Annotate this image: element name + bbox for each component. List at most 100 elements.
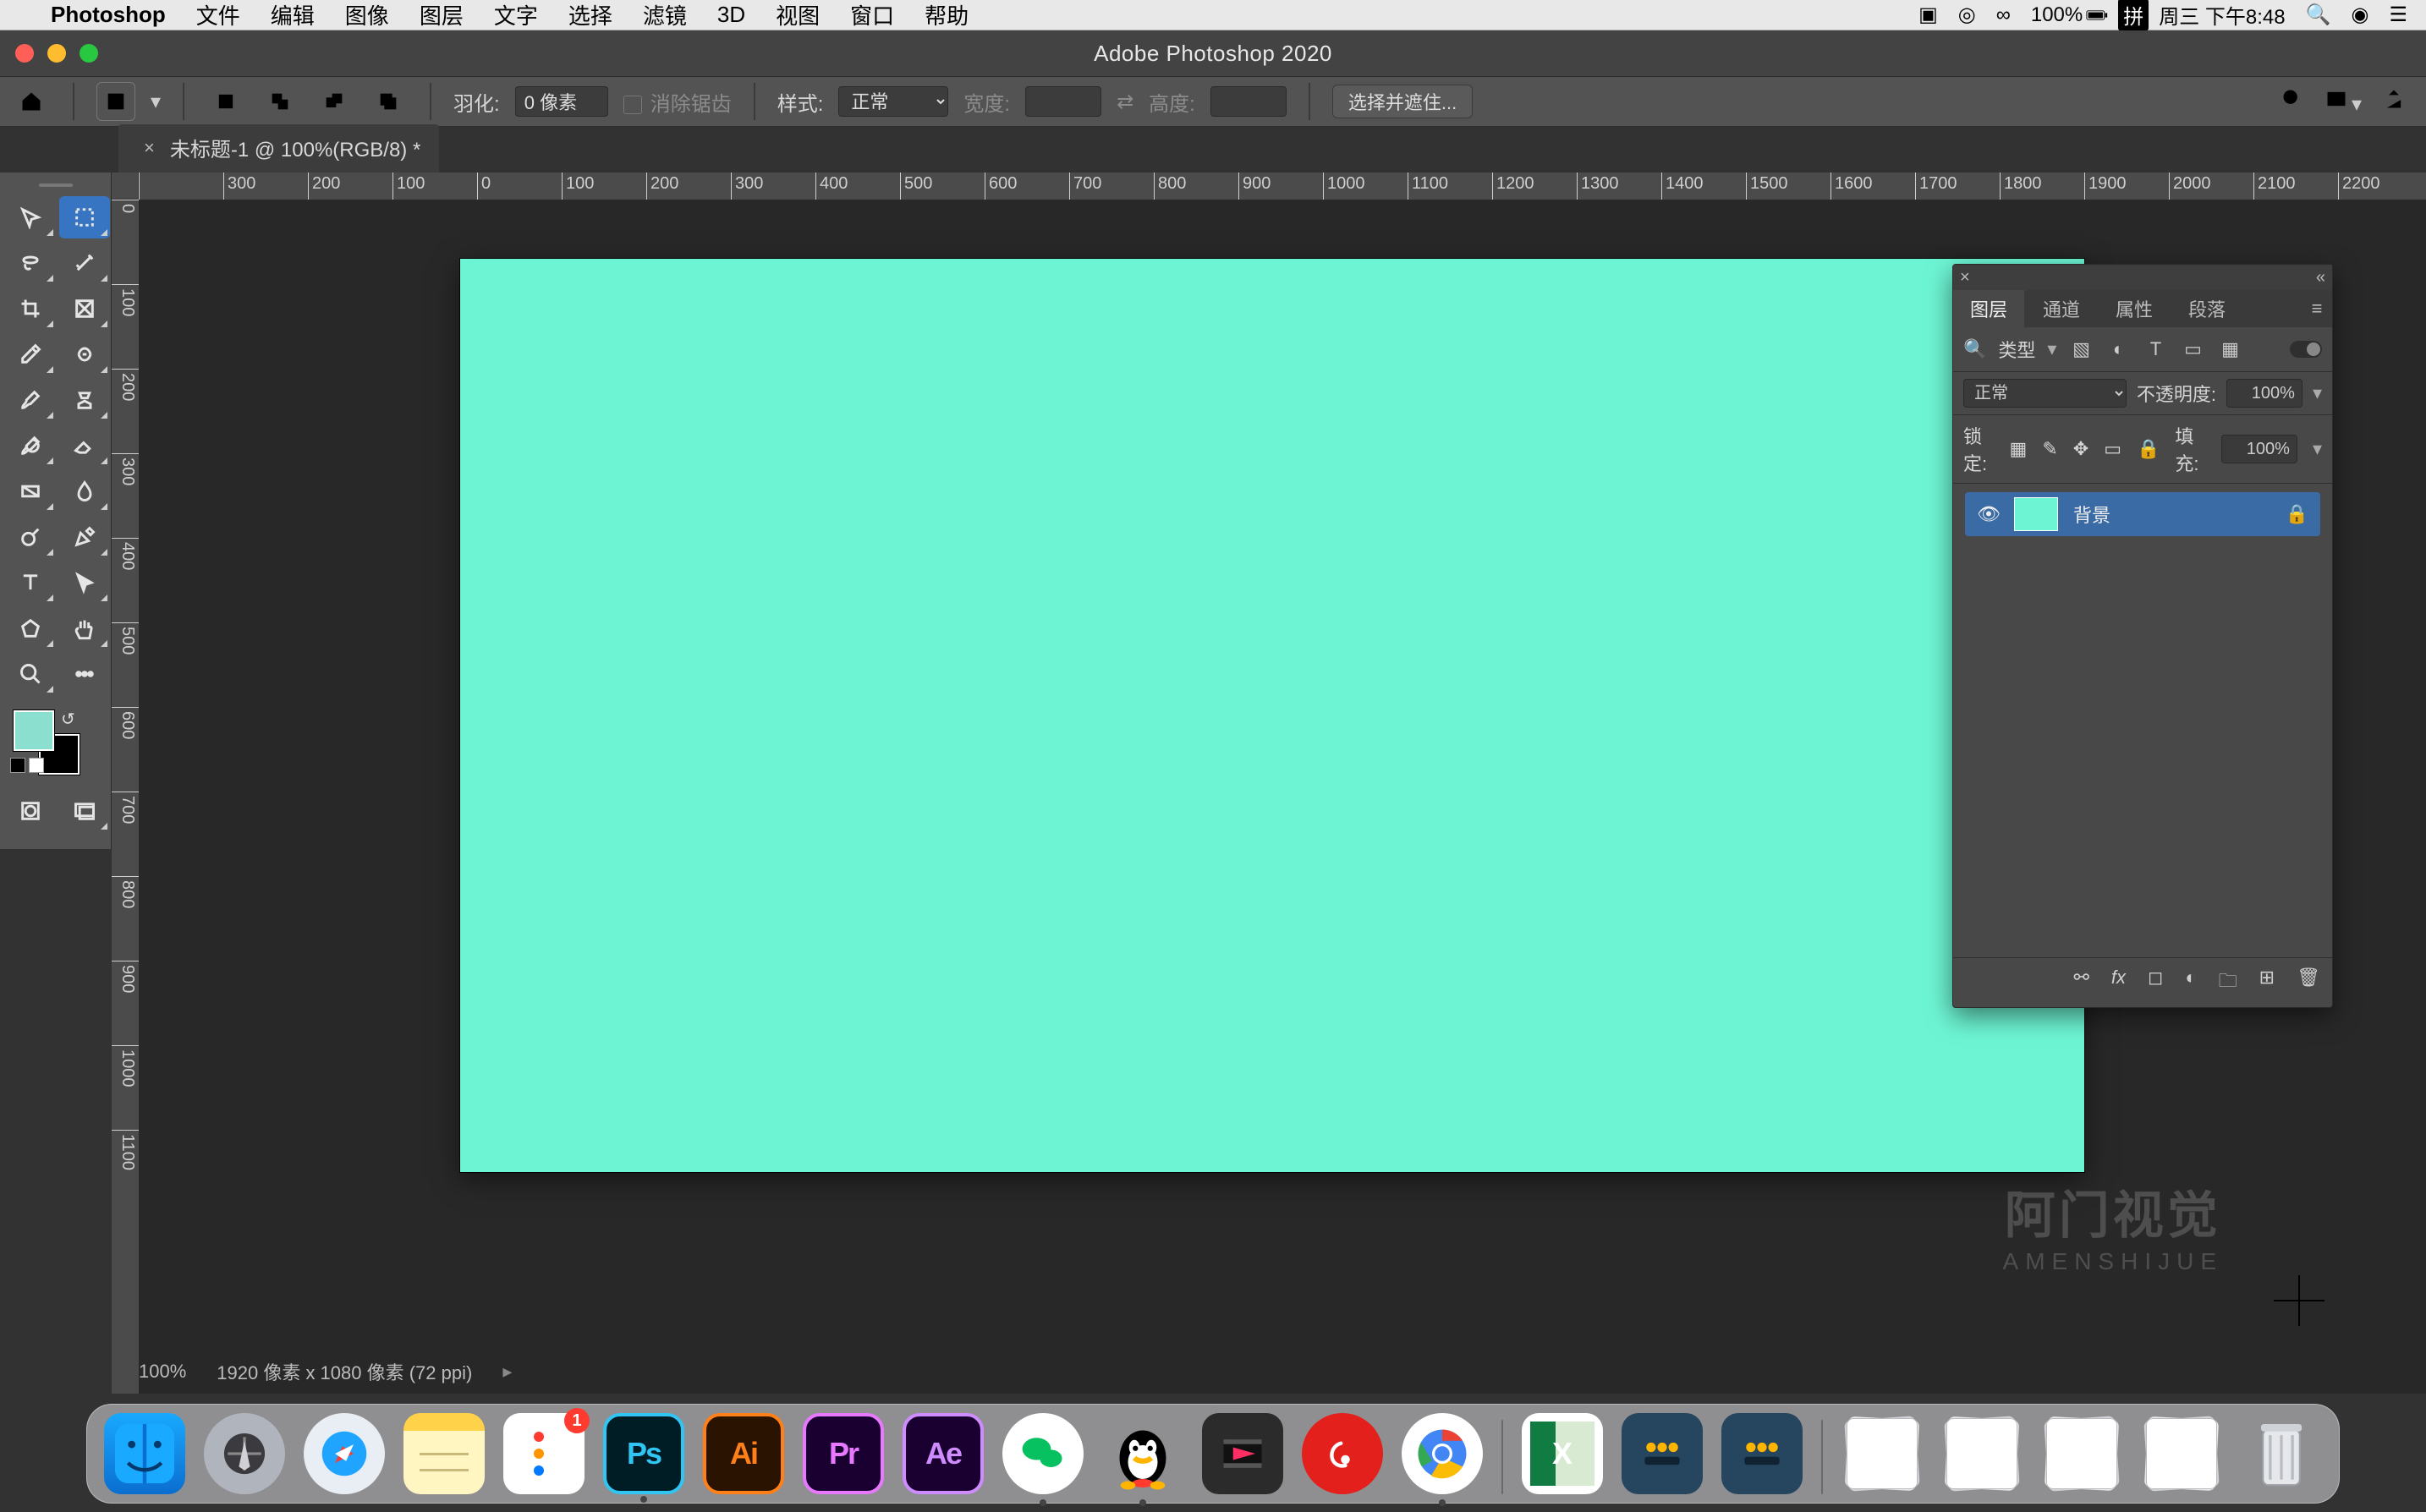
filter-shape-icon[interactable]: ▭ <box>2180 337 2205 362</box>
lock-all-icon[interactable]: 🔒 <box>2137 438 2160 460</box>
screen-mode-toggle[interactable] <box>59 790 110 832</box>
selection-new-icon[interactable] <box>206 82 245 121</box>
lock-artboard-icon[interactable]: ▭ <box>2104 438 2121 460</box>
more-tools[interactable] <box>59 653 110 695</box>
selection-subtract-icon[interactable] <box>315 82 354 121</box>
gradient-tool[interactable] <box>5 470 56 512</box>
tool-preset-chevron-icon[interactable]: ▾ <box>151 90 161 114</box>
menu-file[interactable]: 文件 <box>181 0 255 30</box>
opacity-chevron-icon[interactable]: ▾ <box>2313 382 2322 404</box>
vertical-ruler[interactable]: 010020030040050060070080090010001100 <box>112 200 139 1394</box>
add-mask-icon[interactable]: ◻ <box>2148 967 2163 999</box>
filter-toggle[interactable] <box>2290 341 2322 358</box>
filter-image-icon[interactable]: ▧ <box>2068 337 2094 362</box>
lasso-tool[interactable] <box>5 242 56 284</box>
dock-stack-2[interactable] <box>1941 1413 2023 1494</box>
layer-row[interactable]: 👁 背景 🔒 <box>1965 492 2320 536</box>
new-layer-icon[interactable]: ⊞ <box>2259 967 2275 999</box>
dock-stack-4[interactable] <box>2141 1413 2222 1494</box>
menu-window[interactable]: 窗口 <box>835 0 909 30</box>
dock-stack-3[interactable] <box>2041 1413 2122 1494</box>
lock-position-icon[interactable]: ✥ <box>2073 438 2088 460</box>
fx-icon[interactable]: fx <box>2111 967 2126 999</box>
move-tool[interactable] <box>5 196 56 238</box>
group-icon[interactable]: 🗀 <box>2219 967 2237 999</box>
layers-panel[interactable]: × « 图层 通道 属性 段落 ≡ 🔍 类型 ▾ ▧ ◐ T ▭ ▦ 正常 不透… <box>1952 264 2333 1008</box>
dock-stack-1[interactable] <box>1841 1413 1923 1494</box>
battery-status[interactable]: 100% <box>2021 3 2118 27</box>
creative-cloud-icon[interactable]: ◎ <box>1948 3 1986 27</box>
link-layers-icon[interactable]: ⚯ <box>2073 967 2088 999</box>
magic-wand-tool[interactable] <box>59 242 110 284</box>
dodge-tool[interactable] <box>5 516 56 558</box>
dock-premiere[interactable]: Pr <box>803 1413 884 1494</box>
pen-tool[interactable] <box>59 516 110 558</box>
brush-tool[interactable] <box>5 379 56 421</box>
select-and-mask-button[interactable]: 选择并遮住... <box>1332 85 1473 118</box>
filter-kind-chevron-icon[interactable]: ▾ <box>2047 338 2056 360</box>
dock-reminders[interactable]: 1 <box>503 1413 585 1494</box>
filter-adjust-icon[interactable]: ◐ <box>2105 337 2131 362</box>
blend-mode-select[interactable]: 正常 <box>1963 379 2127 408</box>
document-dims[interactable]: 1920 像素 x 1080 像素 (72 ppi) <box>217 1358 472 1385</box>
filter-type-icon[interactable]: T <box>2143 337 2168 362</box>
status-chevron-icon[interactable]: ▸ <box>502 1361 512 1383</box>
dock-aftereffects[interactable]: Ae <box>903 1413 984 1494</box>
swap-colors-icon[interactable]: ↺ <box>61 709 75 730</box>
dock-chrome[interactable] <box>1402 1413 1483 1494</box>
dock-recorder-a[interactable] <box>1622 1413 1703 1494</box>
canvas[interactable] <box>460 259 2084 1172</box>
tab-layers[interactable]: 图层 <box>1953 290 2024 327</box>
dock-excel[interactable]: X <box>1522 1413 1603 1494</box>
dock-illustrator[interactable]: Ai <box>703 1413 784 1494</box>
spot-heal-tool[interactable] <box>59 333 110 375</box>
opacity-input[interactable] <box>2226 379 2303 408</box>
eyedropper-tool[interactable] <box>5 333 56 375</box>
close-tab-icon[interactable]: × <box>144 137 155 159</box>
menu-layer[interactable]: 图层 <box>404 0 479 30</box>
panel-menu-icon[interactable]: ≡ <box>2302 290 2332 327</box>
blur-tool[interactable] <box>59 470 110 512</box>
siri-icon[interactable]: ◉ <box>2341 3 2379 27</box>
fill-input[interactable] <box>2221 435 2297 463</box>
clone-stamp-tool[interactable] <box>59 379 110 421</box>
date-time[interactable]: 周三 下午8:48 <box>2149 0 2295 30</box>
dock-photoshop[interactable]: Ps <box>603 1413 684 1494</box>
tab-channels[interactable]: 通道 <box>2026 290 2097 327</box>
lock-pixels-icon[interactable]: ▦ <box>2010 438 2028 460</box>
panel-collapse-icon[interactable]: « <box>2316 268 2325 288</box>
selection-intersect-icon[interactable] <box>369 82 408 121</box>
app-name[interactable]: Photoshop <box>36 2 181 28</box>
zoom-readout[interactable]: 100% <box>139 1361 186 1383</box>
workspace-switcher-icon[interactable]: ▾ <box>2324 87 2362 117</box>
layer-lock-icon[interactable]: 🔒 <box>2286 503 2308 525</box>
delete-layer-icon[interactable]: 🗑 <box>2297 967 2320 999</box>
panel-close-icon[interactable]: × <box>1960 268 1970 288</box>
tab-paragraph[interactable]: 段落 <box>2171 290 2242 327</box>
foreground-swatch[interactable] <box>14 710 54 751</box>
lock-brush-icon[interactable]: ✎ <box>2042 438 2057 460</box>
adjustment-layer-icon[interactable]: ◐ <box>2185 967 2196 999</box>
menu-view[interactable]: 视图 <box>760 0 835 30</box>
style-select[interactable]: 正常 <box>838 86 948 117</box>
ruler-origin[interactable] <box>112 173 139 200</box>
filter-search-icon[interactable]: 🔍 <box>1963 338 1986 360</box>
dock-netease-music[interactable] <box>1302 1413 1383 1494</box>
menu-help[interactable]: 帮助 <box>909 0 984 30</box>
layer-thumbnail[interactable] <box>2014 497 2058 531</box>
dock-notes[interactable] <box>403 1413 485 1494</box>
link-icon[interactable]: ∞ <box>1986 3 2021 27</box>
crop-tool[interactable] <box>5 288 56 330</box>
menu-image[interactable]: 图像 <box>330 0 404 30</box>
hand-tool[interactable] <box>59 607 110 649</box>
horizontal-ruler[interactable]: 3002001000100200300400500600700800900100… <box>139 173 2426 200</box>
home-button[interactable] <box>12 82 51 121</box>
menu-filter[interactable]: 滤镜 <box>628 0 702 30</box>
screen-share-icon[interactable]: ▣ <box>1908 3 1948 27</box>
spotlight-icon[interactable]: 🔍 <box>2296 3 2341 27</box>
window-maximize-button[interactable] <box>80 44 98 63</box>
dock-trash[interactable] <box>2241 1413 2322 1494</box>
window-minimize-button[interactable] <box>47 44 66 63</box>
share-icon[interactable] <box>2382 87 2406 117</box>
dock-finder[interactable] <box>104 1413 185 1494</box>
